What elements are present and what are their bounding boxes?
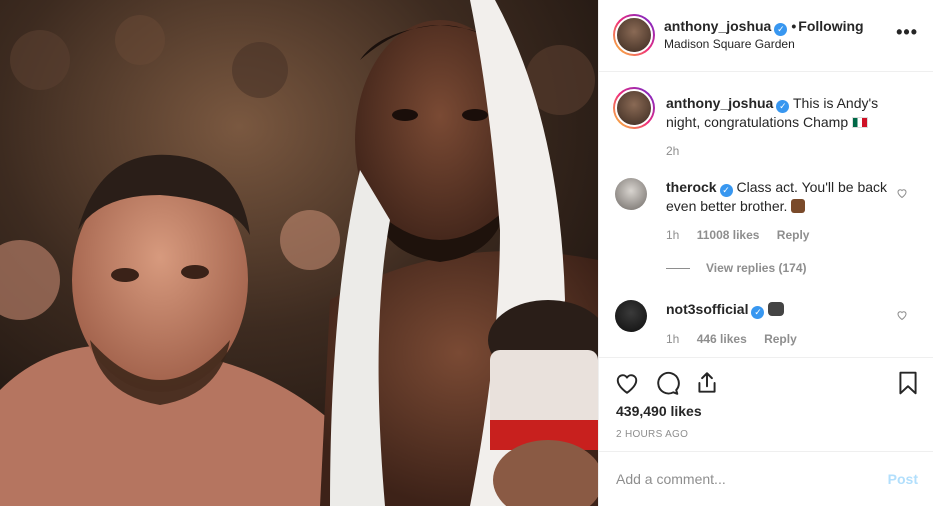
caption-body: anthony_joshua ✓ This is Andy's night, co…	[666, 94, 891, 131]
gorilla-icon	[768, 302, 785, 316]
comment-likes[interactable]: 446 likes	[697, 332, 747, 346]
likes-count[interactable]: 439,490 likes	[616, 403, 702, 419]
comment-likes[interactable]: 11008 likes	[697, 228, 760, 242]
author-line: anthony_joshua ✓ • Following	[664, 18, 864, 36]
caption-meta: 2h	[666, 144, 693, 158]
view-replies-line	[666, 268, 690, 270]
caption: anthony_joshua ✓ This is Andy's night, co…	[599, 72, 933, 172]
share-icon[interactable]	[694, 370, 720, 396]
more-options-icon[interactable]: •••	[896, 22, 918, 43]
comment-item: therock ✓ Class act. You'll be back even …	[599, 172, 933, 272]
verified-badge-icon: ✓	[719, 184, 733, 197]
post-timestamp[interactable]: 2 HOURS AGO	[616, 429, 688, 440]
comment-icon[interactable]	[654, 370, 680, 396]
comment-like-heart-icon[interactable]	[896, 187, 908, 199]
comments-section[interactable]: anthony_joshua ✓ This is Andy's night, co…	[599, 72, 933, 357]
comment-username[interactable]: therock	[666, 179, 717, 195]
comment-age[interactable]: 1h	[666, 228, 679, 242]
caption-age[interactable]: 2h	[666, 144, 679, 158]
reply-button[interactable]: Reply	[777, 228, 810, 242]
flexed-biceps-icon	[791, 199, 806, 213]
bookmark-icon[interactable]	[895, 370, 921, 396]
comment-age[interactable]: 1h	[666, 332, 679, 346]
mexico-flag-icon	[852, 117, 868, 128]
post-details-panel: anthony_joshua ✓ • Following Madison Square…	[598, 0, 933, 506]
author-avatar[interactable]	[613, 14, 655, 56]
verified-badge-icon: ✓	[776, 100, 790, 113]
add-comment-input[interactable]: Add a comment...	[616, 471, 726, 487]
comment-item: not3sofficial ✓ 1h 446 likes Reply	[599, 294, 933, 357]
commenter-avatar[interactable]	[615, 300, 647, 332]
reply-button[interactable]: Reply	[764, 332, 797, 346]
comment-username[interactable]: not3sofficial	[666, 301, 748, 317]
caption-avatar[interactable]	[613, 87, 655, 129]
post-comment-button[interactable]: Post	[888, 471, 918, 487]
verified-badge-icon: ✓	[774, 23, 788, 36]
post-location[interactable]: Madison Square Garden	[664, 37, 795, 51]
post-header: anthony_joshua ✓ • Following Madison Square…	[599, 0, 933, 72]
comment-composer: Add a comment... Post	[599, 451, 933, 506]
heart-icon[interactable]	[614, 370, 640, 396]
comment-meta: 1h 446 likes Reply	[666, 332, 811, 346]
post-actions: 439,490 likes 2 HOURS AGO	[599, 357, 933, 447]
boxers-photo	[0, 0, 598, 506]
separator-dot: •	[791, 18, 797, 34]
comment-meta: 1h 11008 likes Reply	[666, 228, 823, 242]
verified-badge-icon: ✓	[751, 306, 765, 319]
comment-body: therock ✓ Class act. You'll be back even …	[666, 178, 891, 215]
comment-body: not3sofficial ✓	[666, 300, 891, 319]
commenter-avatar[interactable]	[615, 178, 647, 210]
comment-like-heart-icon[interactable]	[896, 309, 908, 321]
view-replies-button[interactable]: View replies (174)	[666, 261, 807, 275]
author-username[interactable]: anthony_joshua	[664, 18, 771, 34]
post-photo[interactable]	[0, 0, 598, 506]
caption-username[interactable]: anthony_joshua	[666, 95, 773, 111]
follow-status-button[interactable]: Following	[798, 18, 863, 34]
